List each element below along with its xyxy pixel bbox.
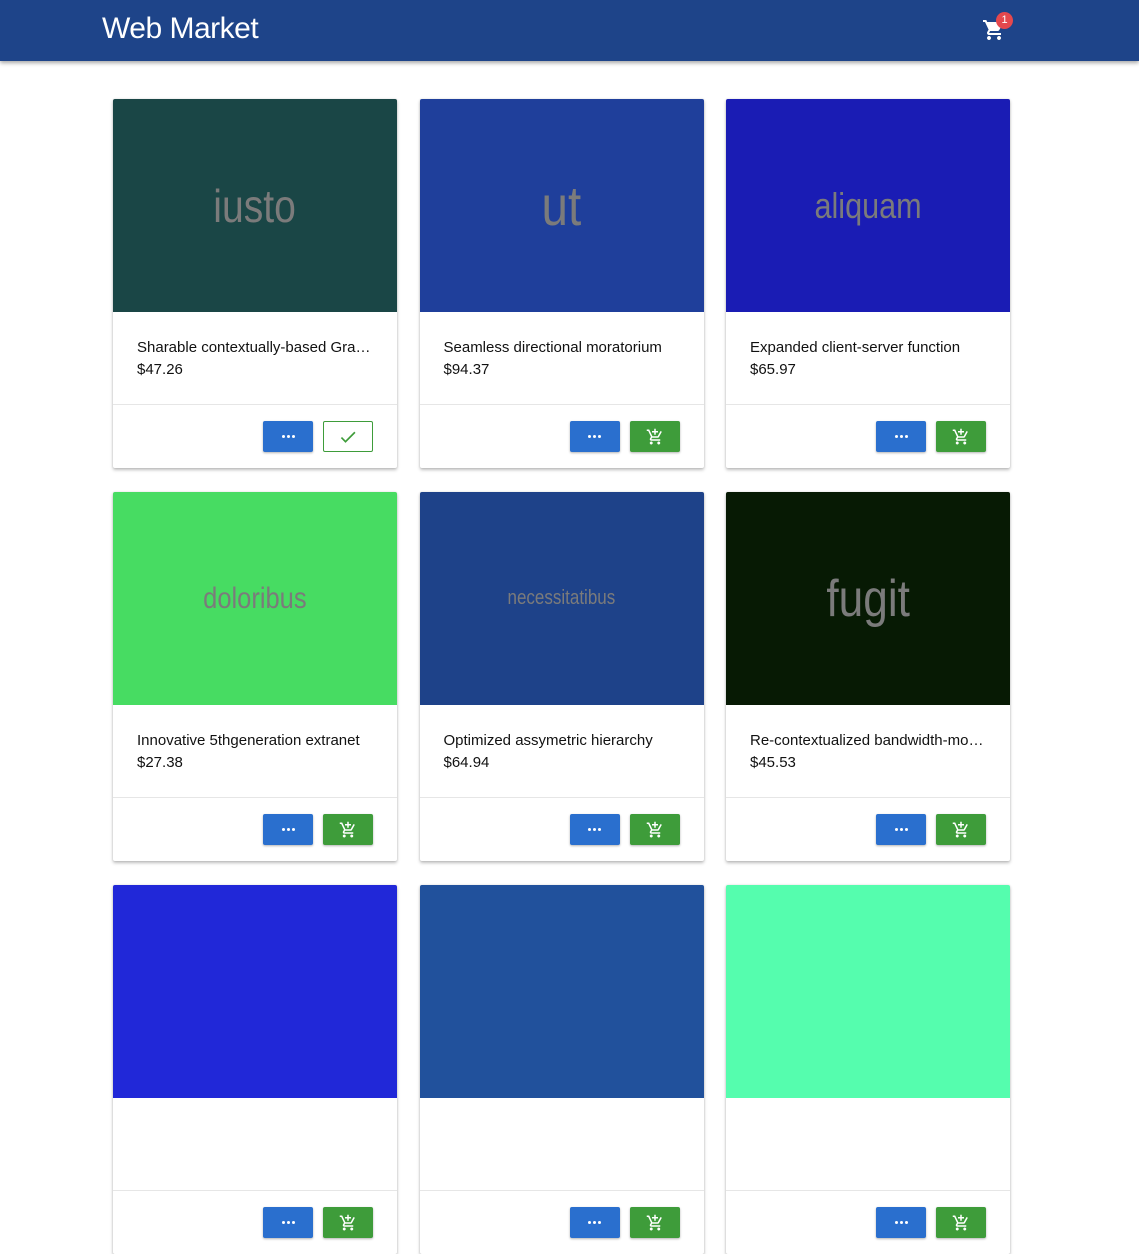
add-to-cart-icon bbox=[952, 428, 968, 444]
product-price: $94.37 bbox=[443, 361, 490, 378]
add-to-cart-icon bbox=[646, 1214, 662, 1230]
product-info: Innovative 5thgeneration extranet $27.38 bbox=[113, 705, 397, 798]
product-actions bbox=[113, 405, 397, 468]
product-image bbox=[113, 885, 397, 1098]
app-title[interactable]: Web Market bbox=[102, 11, 259, 47]
add-to-cart-icon bbox=[646, 821, 662, 837]
product-title: Expanded client-server function bbox=[750, 339, 961, 356]
more-horizontal-icon bbox=[894, 435, 908, 438]
product-title: Re-contextualized bandwidth-monitored pr… bbox=[750, 732, 990, 749]
product-title: Sharable contextually-based Graphical Us… bbox=[137, 339, 377, 356]
add-to-cart-icon bbox=[952, 1214, 968, 1230]
more-details-button[interactable] bbox=[876, 421, 926, 452]
product-image: doloribus bbox=[113, 492, 397, 705]
product-image: iusto bbox=[113, 99, 397, 312]
cart-button[interactable]: 1 bbox=[982, 12, 1013, 42]
add-to-cart-icon bbox=[339, 821, 355, 837]
product-title: Seamless directional moratorium bbox=[443, 339, 662, 356]
more-details-button[interactable] bbox=[876, 1207, 926, 1238]
product-actions bbox=[726, 1191, 1010, 1254]
product-image-label: fugit bbox=[826, 569, 910, 628]
product-image-label: aliquam bbox=[814, 184, 922, 226]
product-actions bbox=[420, 405, 704, 468]
more-horizontal-icon bbox=[894, 1221, 908, 1224]
product-image-label: necessitatibus bbox=[507, 587, 616, 609]
product-price: $27.38 bbox=[137, 754, 183, 771]
more-details-button[interactable] bbox=[569, 1207, 620, 1238]
product-actions bbox=[113, 1191, 397, 1254]
product-image: ut bbox=[419, 99, 704, 312]
add-to-cart-button[interactable] bbox=[323, 814, 373, 845]
product-image: necessitatibus bbox=[419, 492, 704, 705]
product-card: doloribus Innovative 5thgeneration extran… bbox=[113, 492, 397, 861]
product-price: $65.97 bbox=[750, 361, 796, 378]
product-title: Innovative 5thgeneration extranet bbox=[137, 732, 360, 749]
more-details-button[interactable] bbox=[263, 814, 313, 845]
product-image: fugit bbox=[726, 492, 1010, 705]
add-to-cart-button[interactable] bbox=[323, 1207, 373, 1238]
product-price: $64.94 bbox=[443, 754, 490, 771]
product-actions bbox=[726, 798, 1010, 861]
product-price: $47.26 bbox=[137, 361, 183, 378]
product-card bbox=[726, 885, 1010, 1254]
product-info: Seamless directional moratorium $94.37 bbox=[419, 312, 704, 405]
more-details-button[interactable] bbox=[263, 1207, 313, 1238]
more-details-button[interactable] bbox=[569, 421, 620, 452]
add-to-cart-icon bbox=[952, 821, 968, 837]
check-icon bbox=[340, 431, 356, 443]
product-actions bbox=[113, 798, 397, 861]
cart-count-badge: 1 bbox=[996, 12, 1013, 29]
product-info: Optimized assymetric hierarchy $64.94 bbox=[419, 705, 704, 798]
product-card bbox=[113, 885, 397, 1254]
top-navbar: Web Market 1 bbox=[0, 0, 1139, 61]
product-card: iusto Sharable contextually-based Graphic… bbox=[113, 99, 397, 468]
product-card: aliquam Expanded client-server function $6… bbox=[726, 99, 1010, 468]
product-image bbox=[419, 885, 704, 1098]
product-title: Optimized assymetric hierarchy bbox=[443, 732, 653, 749]
product-actions bbox=[420, 1191, 704, 1254]
product-actions bbox=[420, 798, 704, 861]
more-details-button[interactable] bbox=[569, 814, 620, 845]
add-to-cart-button[interactable] bbox=[629, 814, 680, 845]
add-to-cart-icon bbox=[339, 1214, 355, 1230]
product-info: Expanded client-server function $65.97 bbox=[726, 312, 1010, 405]
product-actions bbox=[726, 405, 1010, 468]
product-info bbox=[726, 1098, 1010, 1191]
product-image-label: doloribus bbox=[203, 581, 307, 615]
product-card bbox=[419, 885, 704, 1254]
more-horizontal-icon bbox=[894, 828, 908, 831]
add-to-cart-button[interactable] bbox=[629, 421, 680, 452]
add-to-cart-button[interactable] bbox=[936, 1207, 986, 1238]
product-info bbox=[419, 1098, 704, 1191]
more-horizontal-icon bbox=[588, 1221, 601, 1224]
product-info: Re-contextualized bandwidth-monitored pr… bbox=[726, 705, 1010, 798]
more-details-button[interactable] bbox=[876, 814, 926, 845]
more-horizontal-icon bbox=[281, 1221, 295, 1224]
product-info bbox=[113, 1098, 397, 1191]
add-to-cart-icon bbox=[646, 428, 662, 444]
product-image: aliquam bbox=[726, 99, 1010, 312]
product-image-label: ut bbox=[541, 174, 582, 237]
added-to-cart-button[interactable] bbox=[323, 421, 373, 452]
more-horizontal-icon bbox=[281, 828, 295, 831]
more-horizontal-icon bbox=[281, 435, 295, 438]
add-to-cart-button[interactable] bbox=[936, 814, 986, 845]
product-card: fugit Re-contextualized bandwidth-monitor… bbox=[726, 492, 1010, 861]
product-image bbox=[726, 885, 1010, 1098]
product-image-label: iusto bbox=[213, 179, 297, 232]
add-to-cart-button[interactable] bbox=[936, 421, 986, 452]
more-horizontal-icon bbox=[588, 828, 601, 831]
more-horizontal-icon bbox=[588, 435, 601, 438]
more-details-button[interactable] bbox=[263, 421, 313, 452]
product-card: necessitatibus Optimized assymetric hiera… bbox=[419, 492, 704, 861]
add-to-cart-button[interactable] bbox=[629, 1207, 680, 1238]
product-info: Sharable contextually-based Graphical Us… bbox=[113, 312, 397, 405]
product-card: ut Seamless directional moratorium $94.37 bbox=[419, 99, 704, 468]
product-price: $45.53 bbox=[750, 754, 796, 771]
